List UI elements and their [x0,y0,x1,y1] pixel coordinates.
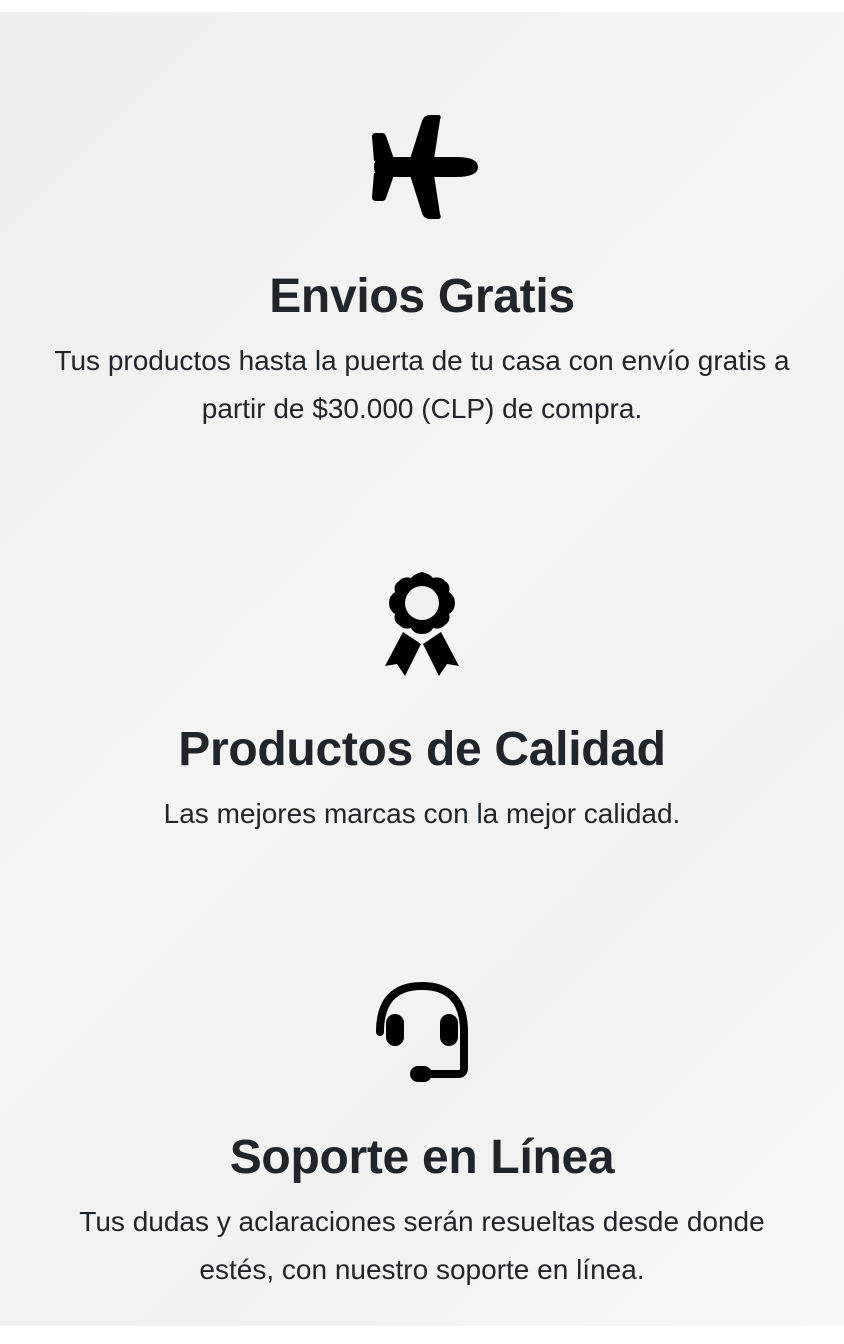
feature-free-shipping: Envios Gratis Tus productos hasta la pue… [0,107,844,433]
feature-title: Envios Gratis [269,270,575,323]
award-icon [385,572,459,676]
feature-quality-products: Productos de Calidad Las mejores marcas … [0,568,844,838]
feature-title: Productos de Calidad [178,723,666,776]
features-panel: Envios Gratis Tus productos hasta la pue… [0,12,844,1326]
feature-title: Soporte en Línea [229,1131,615,1184]
airplane-icon [372,115,478,219]
headset-icon [376,981,468,1082]
feature-description: Tus productos hasta la puerta de tu casa… [54,345,790,424]
page: Envios Gratis Tus productos hasta la pue… [0,0,844,1344]
feature-description: Tus dudas y aclaraciones serán resueltas… [79,1206,765,1285]
feature-description: Las mejores marcas con la mejor calidad. [163,798,681,829]
feature-online-support: Soporte en Línea Tus dudas y aclaracione… [0,974,844,1294]
